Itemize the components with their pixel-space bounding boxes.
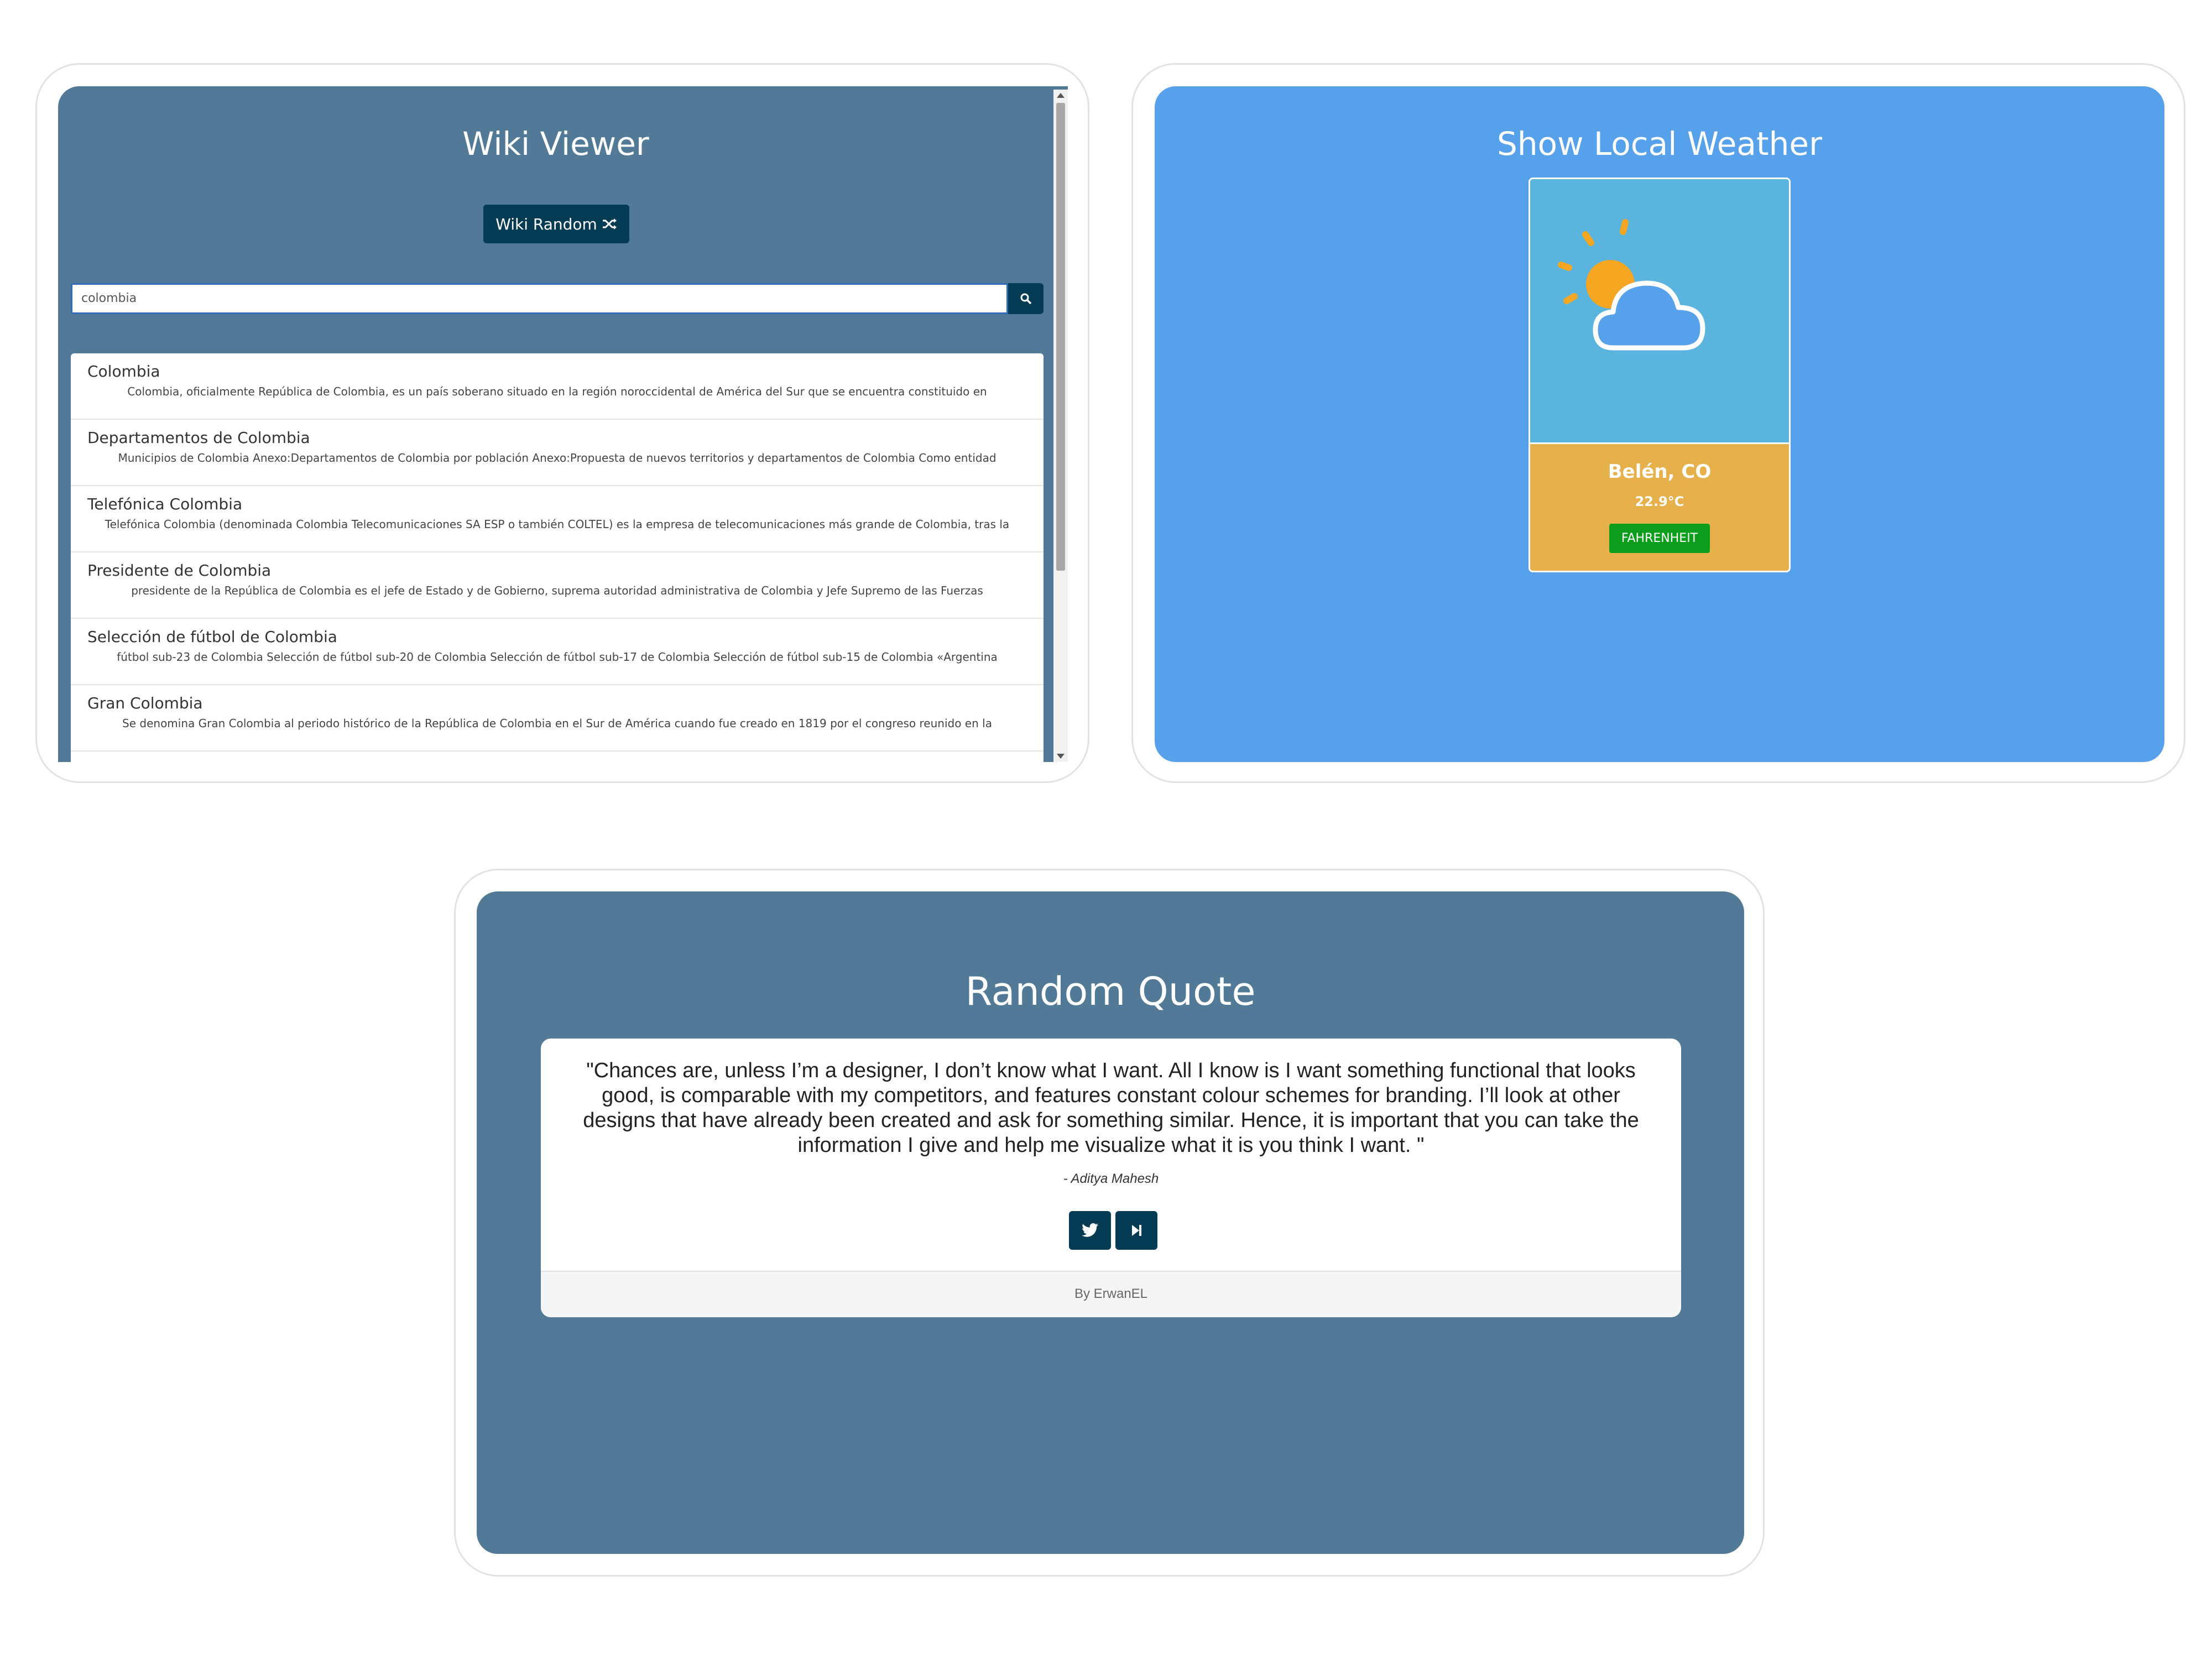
wiki-scrollbar[interactable] xyxy=(1053,90,1068,762)
wiki-random-label: Wiki Random xyxy=(495,215,597,233)
wiki-results-list: Colombia Colombia, oficialmente Repúblic… xyxy=(71,353,1044,762)
fahrenheit-toggle-button[interactable]: FAHRENHEIT xyxy=(1609,524,1710,553)
quote-author: - Aditya Mahesh xyxy=(1063,1171,1159,1186)
wiki-title: Wiki Viewer xyxy=(462,125,649,163)
wiki-viewer-screen: Wiki Viewer Wiki Random colombia Colombi… xyxy=(58,86,1068,762)
search-icon xyxy=(1020,293,1032,305)
wiki-result-item[interactable]: Selección de fútbol de Colombia fútbol s… xyxy=(71,619,1044,685)
weather-card: Belén, CO 22.9°C FAHRENHEIT xyxy=(1528,178,1791,572)
quote-title: Random Quote xyxy=(965,969,1256,1014)
next-quote-button[interactable] xyxy=(1115,1211,1157,1250)
quote-footer: By ErwanEL xyxy=(541,1271,1681,1317)
wiki-result-item[interactable]: Departamentos de Colombia Municipios de … xyxy=(71,420,1044,486)
wiki-result-snippet: Se denomina Gran Colombia al periodo his… xyxy=(122,717,992,730)
wiki-result-title: Selección de fútbol de Colombia xyxy=(87,628,337,646)
wiki-result-title: Gran Colombia xyxy=(87,694,203,712)
step-forward-icon xyxy=(1132,1225,1141,1236)
wiki-result-title: Colombia xyxy=(87,362,160,380)
weather-city: Belén, CO xyxy=(1608,461,1712,483)
weather-info-panel: Belén, CO 22.9°C FAHRENHEIT xyxy=(1530,442,1789,571)
scroll-up-arrow-icon[interactable] xyxy=(1057,93,1065,98)
wiki-result-item[interactable]: Colombia Colombia, oficialmente Repúblic… xyxy=(71,353,1044,420)
wiki-result-snippet: fútbol sub-23 de Colombia Selección de f… xyxy=(117,650,998,664)
wiki-result-title: Telefónica Colombia xyxy=(87,495,243,513)
wiki-search-button[interactable] xyxy=(1008,283,1044,314)
wiki-result-item[interactable]: Presidente de Colombia presidente de la … xyxy=(71,552,1044,619)
shuffle-icon xyxy=(602,218,617,229)
wiki-result-title: Departamentos de Colombia xyxy=(87,429,310,447)
quote-text: "Chances are, unless I’m a designer, I d… xyxy=(583,1059,1639,1157)
random-quote-screen: Random Quote "Chances are, unless I’m a … xyxy=(477,891,1744,1554)
weather-temperature: 22.9°C xyxy=(1635,494,1684,509)
quote-card: "Chances are, unless I’m a designer, I d… xyxy=(541,1039,1681,1317)
wiki-result-snippet: presidente de la República de Colombia e… xyxy=(131,584,983,597)
wiki-result-title: Presidente de Colombia xyxy=(87,561,272,580)
wiki-random-button[interactable]: Wiki Random xyxy=(483,205,629,243)
wiki-scroll-thumb[interactable] xyxy=(1056,103,1065,571)
weather-icon-panel xyxy=(1530,179,1789,442)
weather-title: Show Local Weather xyxy=(1497,125,1822,163)
wiki-result-snippet: Municipios de Colombia Anexo:Departament… xyxy=(118,451,997,465)
wiki-result-snippet: Telefónica Colombia (denominada Colombia… xyxy=(105,518,1010,531)
twitter-icon xyxy=(1082,1223,1099,1237)
wiki-result-item[interactable]: Gran Colombia Se denomina Gran Colombia … xyxy=(71,685,1044,752)
tweet-button[interactable] xyxy=(1069,1211,1111,1250)
wiki-result-item[interactable]: Telefónica Colombia Telefónica Colombia … xyxy=(71,486,1044,552)
scroll-down-arrow-icon[interactable] xyxy=(1057,754,1065,759)
wiki-search-input[interactable]: colombia xyxy=(71,283,1008,314)
quote-actions xyxy=(1069,1211,1157,1250)
weather-screen: Show Local Weather Belén, CO 22.9°C FAHR… xyxy=(1155,86,2164,762)
wiki-result-snippet: Colombia, oficialmente República de Colo… xyxy=(127,385,987,398)
partly-cloudy-icon xyxy=(1558,219,1705,351)
